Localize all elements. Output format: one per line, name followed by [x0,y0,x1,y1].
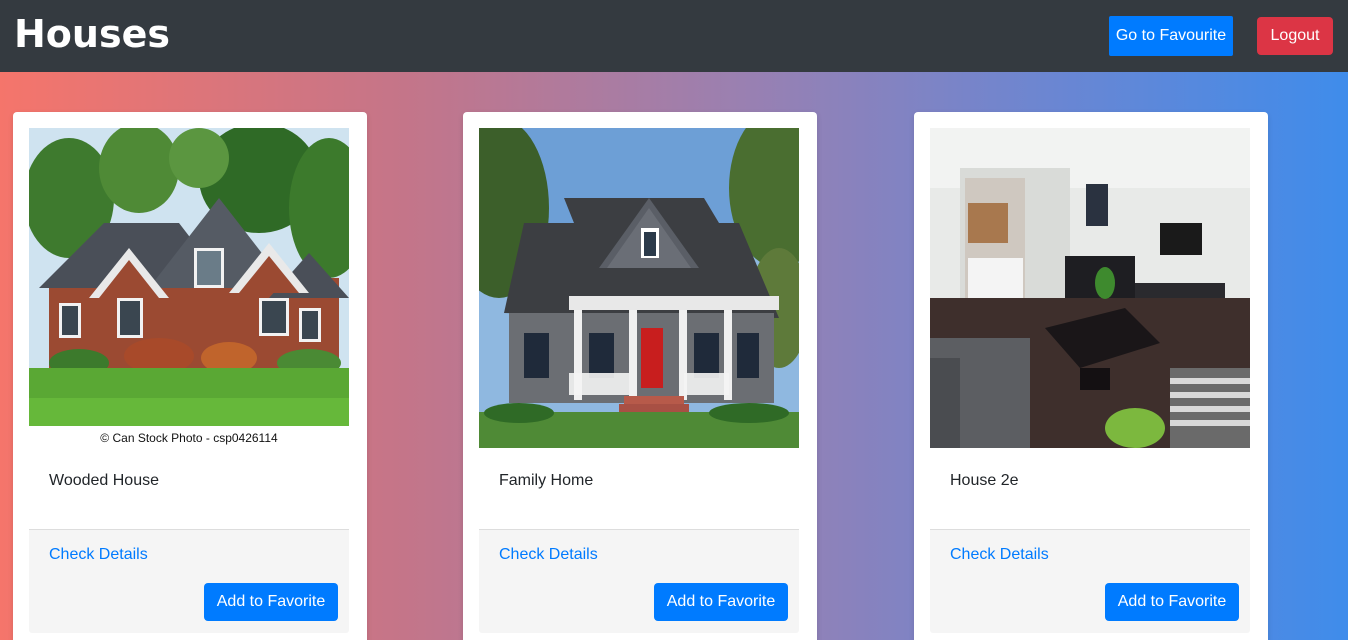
check-details-link[interactable]: Check Details [950,546,1049,564]
check-details-link[interactable]: Check Details [49,546,148,564]
house-image [479,128,799,448]
house-image [930,128,1250,448]
house-card-house-2e: House 2e Check Details Add to Favorite [914,112,1268,640]
house-card-family-home: Family Home Check Details Add to Favorit… [463,112,817,640]
house-title: Family Home [499,472,594,489]
card-footer: Check Details Add to Favorite [29,529,349,633]
add-to-favorite-button[interactable]: Add to Favorite [1105,583,1239,621]
house-image: © Can Stock Photo - csp0426114 [29,128,349,448]
page-title: Houses [14,12,170,56]
add-to-favorite-button[interactable]: Add to Favorite [204,583,338,621]
check-details-link[interactable]: Check Details [499,546,598,564]
navbar: Houses Go to Favourite Logout [0,0,1348,72]
house-title: House 2e [950,472,1019,489]
card-footer: Check Details Add to Favorite [479,529,799,633]
go-to-favourite-button[interactable]: Go to Favourite [1109,16,1233,56]
image-caption: © Can Stock Photo - csp0426114 [100,431,278,445]
house-title: Wooded House [49,472,159,489]
house-card-wooded-house: © Can Stock Photo - csp0426114 Wooded Ho… [13,112,367,640]
card-footer: Check Details Add to Favorite [930,529,1250,633]
logout-button[interactable]: Logout [1257,17,1333,55]
add-to-favorite-button[interactable]: Add to Favorite [654,583,788,621]
